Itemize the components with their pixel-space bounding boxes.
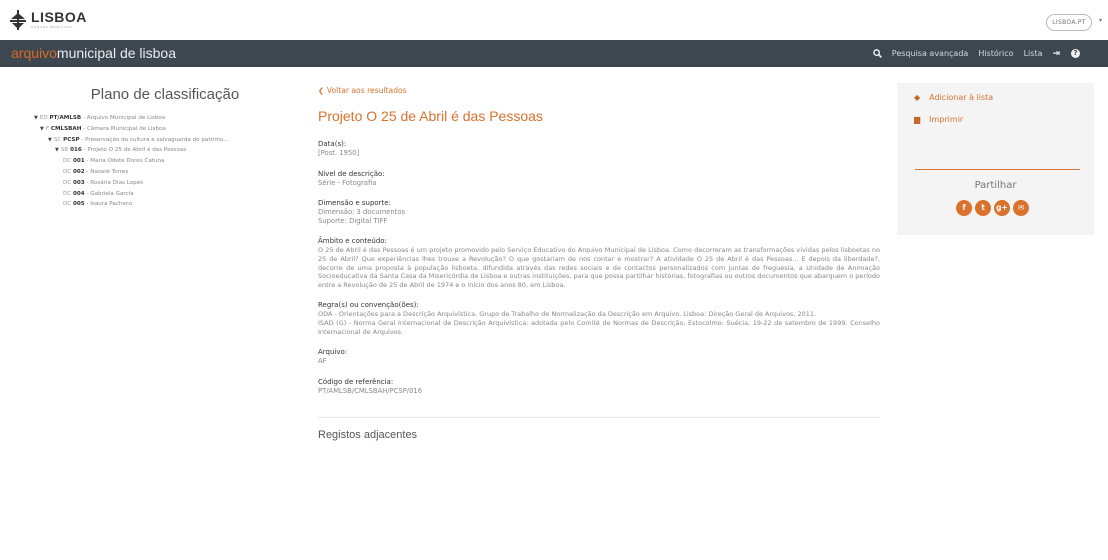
nav-advanced-search[interactable]: Pesquisa avançada: [892, 49, 969, 58]
site-title-rest: municipal de lisboa: [56, 45, 176, 61]
field-arquivo: Arquivo: AF: [318, 348, 348, 366]
field-codigo: Código de referência: PT/AMLSB/CMLSBAH/P…: [318, 377, 423, 395]
chevron-left-icon: ❮: [318, 87, 324, 95]
panel-divider: [915, 169, 1080, 170]
logo-text: LISBOA: [31, 9, 87, 25]
tree-node[interactable]: ▼ SC PCSP - Preservação da cultura e salv…: [30, 135, 280, 146]
tag-icon: ◆: [914, 93, 921, 102]
expand-caret-icon[interactable]: ▼: [40, 126, 44, 132]
lisboa-logo[interactable]: LISBOA CÂMARA MUNICIPAL: [8, 10, 87, 30]
tree-node[interactable]: DC 005 - Isaura Pacheco: [30, 199, 280, 210]
tree-node[interactable]: ▼ SR 016 - Projeto O 25 de Abril é das Pe…: [30, 145, 280, 156]
tree-title: Plano de classificação: [90, 86, 240, 103]
expand-caret-icon[interactable]: ▼: [48, 137, 52, 143]
nav-history[interactable]: Histórico: [978, 49, 1013, 58]
print-button[interactable]: ▆ Imprimir: [914, 115, 963, 124]
lisboa-emblem-icon: [10, 10, 26, 30]
section-divider: [318, 417, 880, 419]
tree-node[interactable]: DC 001 - Maria Odete Dores Catuna: [30, 156, 280, 167]
field-nivel: Nível de descrição: Série - Fotografia: [318, 169, 385, 187]
field-datas: Data(s): [Post. 1950]: [318, 140, 360, 157]
adjacent-records-heading: Registos adjacentes: [318, 429, 418, 442]
back-to-results-link[interactable]: ❮ Voltar aos resultados: [318, 86, 880, 95]
tree-node[interactable]: DC 003 - Rosária Dias Lopes: [30, 178, 280, 189]
googleplus-icon[interactable]: g+: [994, 200, 1010, 216]
site-title[interactable]: arquivomunicipal de lisboa: [11, 44, 176, 62]
record-title: Projeto O 25 de Abril é das Pessoas: [318, 108, 543, 124]
share-label: Partilhar: [974, 180, 1017, 191]
field-ambito: Âmbito e conteúdo: O 25 de Abril é das P…: [318, 237, 880, 289]
tree-node[interactable]: ▼ ED PT/AMLSB - Arquivo Municipal de Lisb…: [30, 113, 280, 124]
actions-panel: ◆ Adicionar à lista ▆ Imprimir Partilhar f…: [897, 83, 1094, 235]
twitter-icon[interactable]: t: [975, 200, 991, 216]
brand-bar: LISBOA CÂMARA MUNICIPAL LISBOA.PT ▾: [0, 0, 1108, 40]
help-icon[interactable]: ?: [1071, 49, 1080, 58]
facebook-icon[interactable]: f: [956, 200, 972, 216]
field-regras: Regra(s) ou convenção(ões): ODA - Orient…: [318, 301, 880, 336]
nav-menu: Pesquisa avançada Histórico Lista ⇥ ?: [872, 40, 1080, 67]
tree-node[interactable]: DC 002 - Nazaré Torres: [30, 167, 280, 178]
chevron-down-icon[interactable]: ▾: [1099, 17, 1102, 24]
expand-caret-icon[interactable]: ▼: [55, 147, 59, 153]
logo-subtext: CÂMARA MUNICIPAL: [31, 25, 74, 29]
field-dimensao: Dimensão e suporte: Dimensão: 3 document…: [318, 199, 406, 225]
share-buttons: f t g+ ✉: [956, 200, 1032, 216]
record-detail: ❮ Voltar aos resultados Projeto O 25 de A…: [318, 86, 880, 441]
login-icon[interactable]: ⇥: [1052, 49, 1060, 59]
expand-caret-icon[interactable]: ▼: [34, 115, 38, 121]
tree-node[interactable]: ▼ F CMLSBAH - Câmara Municipal de Lisboa: [30, 124, 280, 135]
tree-node[interactable]: DC 004 - Gabriela Garcia: [30, 189, 280, 200]
nav-list[interactable]: Lista: [1024, 49, 1043, 58]
lisboa-pt-link[interactable]: LISBOA.PT: [1046, 14, 1092, 31]
print-icon: ▆: [914, 115, 921, 124]
add-to-list-button[interactable]: ◆ Adicionar à lista: [914, 93, 993, 102]
search-icon[interactable]: [872, 49, 882, 58]
email-icon[interactable]: ✉: [1013, 200, 1029, 216]
site-title-arquivo: arquivo: [11, 45, 57, 61]
classification-tree: Plano de classificação ▼ ED PT/AMLSB - Ar…: [30, 86, 280, 210]
main-navbar: arquivomunicipal de lisboa Pesquisa avan…: [0, 40, 1108, 67]
